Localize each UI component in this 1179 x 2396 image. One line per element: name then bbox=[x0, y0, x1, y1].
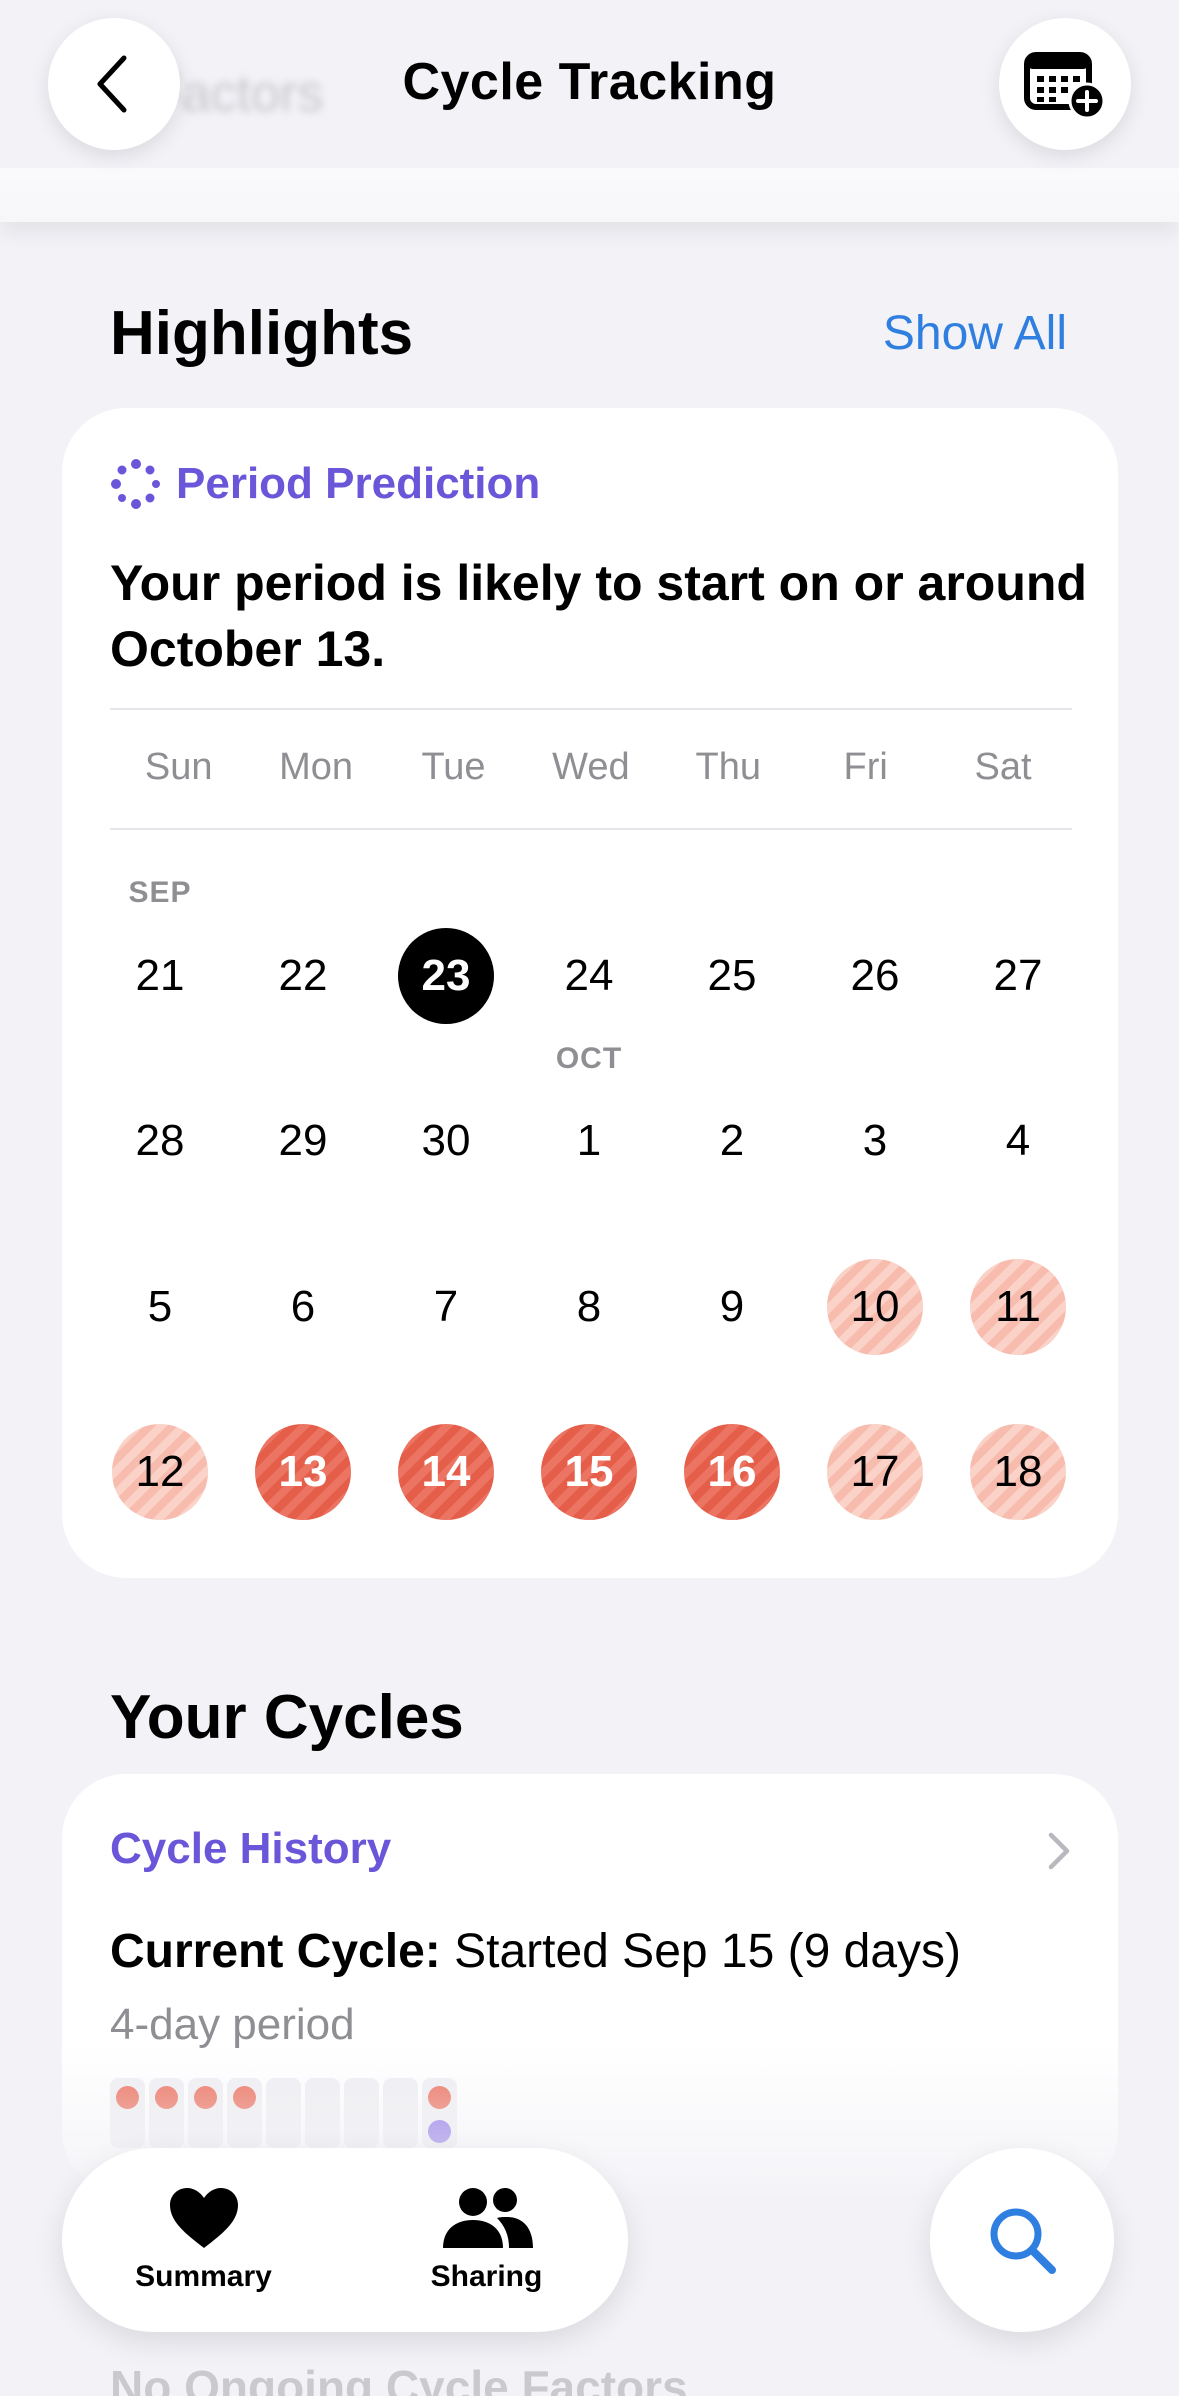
show-all-link[interactable]: Show All bbox=[883, 306, 1067, 361]
tab-summary[interactable]: Summary bbox=[62, 2148, 345, 2332]
calendar-day[interactable]: 14 bbox=[398, 1424, 494, 1520]
weekday-row: Sun Mon Tue Wed Thu Fri Sat bbox=[110, 746, 1072, 789]
calendar-day[interactable]: 10 bbox=[827, 1259, 923, 1355]
calendar-day[interactable]: 1 bbox=[541, 1093, 637, 1189]
current-cycle-label: Current Cycle: bbox=[110, 1925, 441, 1978]
tab-sharing[interactable]: Sharing bbox=[345, 2148, 628, 2332]
weekday-fri: Fri bbox=[843, 746, 888, 788]
weekday-sun: Sun bbox=[144, 746, 213, 788]
calendar-day[interactable]: 15 bbox=[541, 1424, 637, 1520]
search-button[interactable] bbox=[930, 2148, 1114, 2332]
tab-bar: Summary Sharing bbox=[62, 2148, 628, 2332]
calendar-day[interactable]: 11 bbox=[970, 1259, 1066, 1355]
calendar-day[interactable]: 22 bbox=[255, 928, 351, 1024]
calendar-day[interactable]: 27 bbox=[970, 928, 1066, 1024]
weekday-tue: Tue bbox=[421, 746, 486, 788]
divider bbox=[110, 708, 1072, 710]
calendar-day[interactable]: 17 bbox=[827, 1424, 923, 1520]
weekday-thu: Thu bbox=[695, 746, 761, 788]
calendar-day-today[interactable]: 23 bbox=[398, 928, 494, 1024]
cycle-history-label: Cycle History bbox=[110, 1824, 392, 1873]
calendar-day[interactable]: 30 bbox=[398, 1093, 494, 1189]
back-chevron-icon bbox=[97, 55, 127, 113]
calendar-day[interactable]: 21 bbox=[112, 928, 208, 1024]
calendar-day[interactable]: 6 bbox=[255, 1259, 351, 1355]
calendar-day[interactable]: 8 bbox=[541, 1259, 637, 1355]
calendar-day[interactable]: 25 bbox=[684, 928, 780, 1024]
nav-header: Factors Cycle Tracking bbox=[0, 0, 1179, 222]
header-strip bbox=[0, 168, 1179, 222]
calendar-day[interactable]: 28 bbox=[112, 1093, 208, 1189]
calendar-day[interactable]: 5 bbox=[112, 1259, 208, 1355]
calendar-day[interactable]: 3 bbox=[827, 1093, 923, 1189]
tab-sharing-label: Sharing bbox=[430, 2260, 543, 2293]
period-prediction-card[interactable]: Period Prediction Your period is likely … bbox=[62, 408, 1118, 1578]
cycle-factors-heading: No Ongoing Cycle Factors bbox=[110, 2361, 688, 2396]
calendar-day[interactable]: 9 bbox=[684, 1259, 780, 1355]
divider bbox=[110, 828, 1072, 830]
calendar-day[interactable]: 4 bbox=[970, 1093, 1066, 1189]
calendar-day[interactable]: 24 bbox=[541, 928, 637, 1024]
prediction-label: Period Prediction bbox=[176, 459, 541, 508]
sparkle-dots-icon bbox=[111, 459, 160, 509]
current-cycle: Current Cycle: Started Sep 15 (9 days) bbox=[110, 1924, 961, 1979]
weekday-mon: Mon bbox=[279, 746, 354, 788]
your-cycles-title: Your Cycles bbox=[110, 1683, 464, 1752]
prediction-header: Period Prediction bbox=[110, 458, 540, 510]
period-length: 4-day period bbox=[110, 2000, 355, 2049]
add-calendar-button[interactable] bbox=[999, 18, 1131, 150]
calendar-day[interactable]: 18 bbox=[970, 1424, 1066, 1520]
calendar-day[interactable]: 29 bbox=[255, 1093, 351, 1189]
current-cycle-value: Started Sep 15 (9 days) bbox=[440, 1925, 962, 1978]
weekday-wed: Wed bbox=[552, 746, 630, 788]
month-label-sep: SEP bbox=[128, 876, 192, 909]
calendar-day[interactable]: 16 bbox=[684, 1424, 780, 1520]
cycle-history-card[interactable]: Cycle History Current Cycle: Started Sep… bbox=[62, 1774, 1118, 2194]
calendar-day[interactable]: 26 bbox=[827, 928, 923, 1024]
chevron-right-icon bbox=[1048, 1832, 1070, 1870]
back-button[interactable] bbox=[48, 18, 180, 150]
highlights-title: Highlights bbox=[110, 299, 414, 368]
calendar-day[interactable]: 13 bbox=[255, 1424, 351, 1520]
month-label-oct: OCT bbox=[555, 1042, 623, 1075]
calendar-day[interactable]: 7 bbox=[398, 1259, 494, 1355]
people-icon bbox=[442, 2188, 533, 2248]
heart-icon bbox=[169, 2188, 238, 2248]
calendar-day[interactable]: 2 bbox=[684, 1093, 780, 1189]
calendar-day[interactable]: 12 bbox=[112, 1424, 208, 1520]
tab-summary-label: Summary bbox=[135, 2260, 272, 2293]
search-icon bbox=[990, 2208, 1056, 2274]
weekday-sat: Sat bbox=[974, 746, 1032, 788]
prediction-text: Your period is likely to start on or aro… bbox=[110, 555, 1087, 677]
calendar-add-icon bbox=[1024, 52, 1106, 119]
